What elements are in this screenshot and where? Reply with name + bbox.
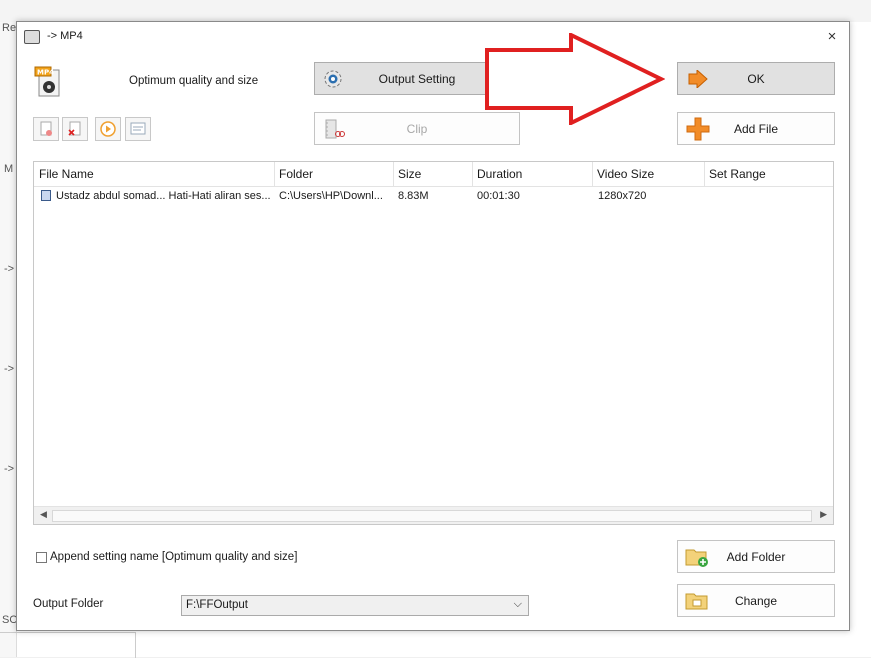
background-label: Re (2, 22, 17, 34)
video-file-icon (41, 190, 51, 201)
document-remove-icon (40, 121, 52, 136)
play-icon (100, 121, 116, 137)
title-bar: -> MP4 × (17, 22, 849, 52)
change-label: Change (734, 593, 778, 608)
add-file-label: Add File (733, 121, 779, 136)
ok-button[interactable]: OK (677, 62, 835, 95)
cell-duration: 00:01:30 (477, 190, 520, 202)
red-arrow-annotation (485, 33, 665, 125)
app-icon (24, 30, 40, 44)
column-header-folder[interactable]: Folder (274, 162, 394, 186)
scroll-thumb[interactable] (52, 510, 812, 522)
cell-folder: C:\Users\HP\Downl... (279, 190, 383, 202)
media-info-button[interactable] (125, 117, 151, 141)
column-header-set-range[interactable]: Set Range (704, 162, 835, 186)
mp4-format-icon: MP4 (34, 66, 60, 97)
play-button[interactable] (95, 117, 121, 141)
profile-name: Optimum quality and size (129, 75, 259, 87)
column-header-file-name[interactable]: File Name (34, 162, 275, 186)
cell-video-size: 1280x720 (598, 190, 647, 202)
ok-label: OK (747, 71, 765, 86)
background-sidebar (0, 22, 17, 657)
remove-button[interactable] (33, 117, 59, 141)
background-panel (0, 632, 136, 658)
close-button[interactable]: × (823, 28, 841, 46)
add-file-button[interactable]: Add File (677, 112, 835, 145)
background-label: -> (4, 463, 15, 475)
scroll-left-arrow-icon[interactable]: ◀ (40, 509, 47, 520)
output-folder-label: Output Folder (33, 598, 104, 610)
scroll-right-arrow-icon[interactable]: ▶ (820, 509, 827, 520)
column-header-duration[interactable]: Duration (472, 162, 593, 186)
table-row[interactable]: Ustadz abdul somad... Hati-Hati aliran s… (34, 187, 833, 205)
convert-dialog: -> MP4 × MP4 Optimum quality and size Ou… (16, 21, 850, 631)
background-toolbar (0, 0, 871, 22)
background-label: -> (4, 363, 15, 375)
info-panel-icon (130, 122, 146, 135)
file-list[interactable]: File Name Folder Size Duration Video Siz… (33, 161, 834, 525)
delete-icon (68, 121, 81, 136)
column-header-size[interactable]: Size (393, 162, 473, 186)
add-folder-label: Add Folder (726, 549, 786, 564)
change-button[interactable]: Change (677, 584, 835, 617)
append-setting-label: Append setting name [Optimum quality and… (50, 551, 298, 563)
append-setting-checkbox[interactable] (36, 552, 47, 563)
horizontal-scrollbar[interactable]: ◀ ▶ (34, 506, 833, 524)
add-folder-button[interactable]: Add Folder (677, 540, 835, 573)
cell-file-name: Ustadz abdul somad... Hati-Hati aliran s… (56, 190, 270, 202)
dialog-title: -> MP4 (47, 30, 83, 42)
chevron-down-icon[interactable]: ⌵ (514, 598, 522, 611)
cell-set-range (709, 187, 829, 205)
clear-list-button[interactable] (62, 117, 88, 141)
list-header: File Name Folder Size Duration Video Siz… (34, 162, 833, 187)
background-label: -> (4, 263, 15, 275)
cell-size: 8.83M (398, 190, 429, 202)
output-folder-value: F:\FFOutput (186, 599, 248, 611)
column-header-video-size[interactable]: Video Size (592, 162, 705, 186)
svg-text:MP4: MP4 (37, 69, 54, 77)
output-folder-select[interactable]: F:\FFOutput ⌵ (181, 595, 529, 616)
background-label: M (4, 163, 14, 175)
